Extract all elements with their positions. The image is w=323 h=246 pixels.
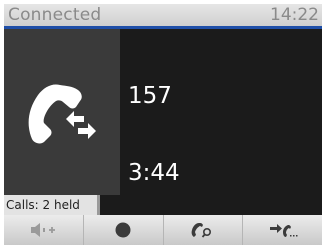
held-calls-row: Calls: 2 held (4, 195, 322, 215)
phone-transfer-icon (28, 84, 96, 144)
held-calls-label: Calls: 2 held (4, 195, 100, 215)
connection-status: Connected (8, 5, 102, 25)
handset-search-icon (191, 223, 211, 238)
clock: 14:22 (270, 5, 319, 25)
status-bar: Connected 14:22 (4, 4, 322, 26)
record-softkey[interactable] (84, 215, 164, 245)
phone-screen: Connected 14:22 157 3:44 Calls: 2 held (0, 0, 323, 246)
call-icon-panel (4, 29, 120, 195)
caller-number: 157 (128, 83, 172, 109)
search-call-softkey[interactable] (164, 215, 244, 245)
transfer-call-icon (269, 224, 298, 237)
softkey-bar (4, 215, 322, 245)
transfer-softkey[interactable] (243, 215, 322, 245)
active-call-panel: 157 3:44 (4, 29, 322, 195)
volume-up-softkey[interactable] (4, 215, 84, 245)
speaker-plus-icon (31, 223, 56, 237)
record-icon (115, 222, 131, 238)
call-duration: 3:44 (128, 160, 180, 186)
